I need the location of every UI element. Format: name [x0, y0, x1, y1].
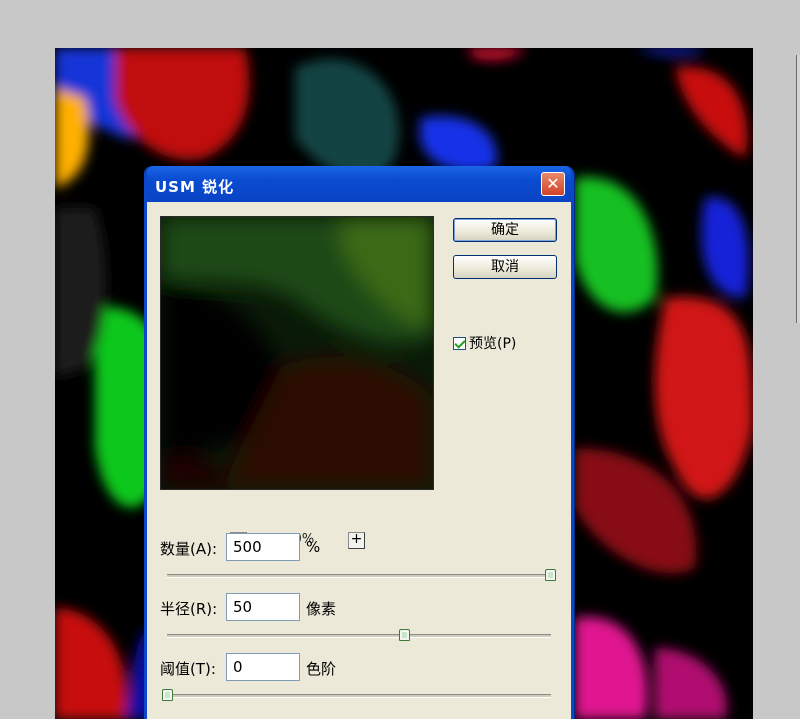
preview-image — [161, 217, 433, 489]
close-button[interactable]: ✕ — [541, 172, 565, 196]
threshold-slider-thumb[interactable] — [162, 689, 173, 701]
amount-slider[interactable] — [167, 574, 551, 578]
threshold-unit: 色阶 — [306, 660, 337, 678]
panel-edge — [796, 55, 800, 323]
preview-checkbox[interactable] — [453, 336, 466, 350]
radius-label: 半径(R): — [160, 600, 218, 618]
preview-pane[interactable] — [160, 216, 434, 490]
close-icon: ✕ — [546, 174, 560, 193]
zoom-in-button[interactable]: + — [348, 532, 365, 549]
radius-field[interactable] — [226, 593, 300, 621]
radius-slider-thumb[interactable] — [399, 629, 411, 641]
radius-unit: 像素 — [306, 600, 337, 618]
plus-icon: + — [350, 531, 363, 547]
amount-unit: % — [306, 538, 321, 556]
cancel-button[interactable]: 取消 — [453, 255, 557, 279]
amount-label: 数量(A): — [160, 540, 218, 558]
threshold-field[interactable] — [226, 653, 300, 681]
dialog-body: - 100% + 确定 取消 预览(P) 数量(A): % 半径(R): 像素 … — [147, 202, 571, 719]
unsharp-mask-dialog: USM 锐化 ✕ - 100% — [144, 166, 574, 719]
dialog-title: USM 锐化 — [155, 178, 235, 196]
preview-checkbox-row[interactable]: 预览(P) — [453, 333, 516, 353]
preview-checkbox-label: 预览(P) — [469, 336, 517, 352]
radius-slider[interactable] — [167, 634, 551, 638]
ok-button[interactable]: 确定 — [453, 218, 557, 242]
amount-slider-thumb[interactable] — [545, 569, 556, 581]
threshold-slider[interactable] — [167, 694, 551, 698]
dialog-titlebar[interactable]: USM 锐化 ✕ — [147, 166, 571, 202]
threshold-label: 阈值(T): — [160, 660, 216, 678]
amount-field[interactable] — [226, 533, 300, 561]
